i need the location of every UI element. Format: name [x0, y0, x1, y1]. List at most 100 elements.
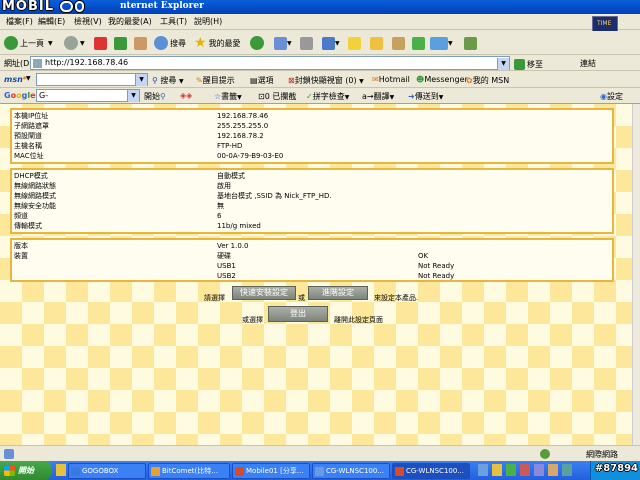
- tray-app-icon[interactable]: [562, 464, 572, 476]
- start-button[interactable]: 開始: [0, 461, 52, 480]
- menu-tools[interactable]: 工具(T): [160, 16, 187, 27]
- google-search-input[interactable]: G- ▼: [36, 89, 140, 102]
- options-label: 選項: [257, 76, 274, 85]
- chevron-down-icon: ▼: [48, 39, 53, 47]
- menu-edit[interactable]: 編輯(E): [38, 16, 65, 27]
- taskbar-item[interactable]: CG-WLNSC100...: [312, 463, 390, 479]
- task-label: BitComet(比特...: [162, 467, 218, 475]
- bookmarks-button[interactable]: ☆書籤▼: [214, 91, 242, 102]
- device-status: OK: [418, 252, 429, 260]
- hotmail-label: Hotmail: [378, 75, 410, 84]
- msn-people-button[interactable]: [464, 34, 477, 52]
- address-dropdown-icon[interactable]: ▼: [497, 58, 509, 70]
- msn-search-button[interactable]: ⚲ 搜尋 ▼: [152, 75, 184, 86]
- chevron-down-icon: ▼: [438, 94, 444, 101]
- go-button[interactable]: 移至: [514, 55, 543, 73]
- messenger-label: Messenger: [424, 75, 468, 84]
- taskbar-item[interactable]: CG-WLNSC100...: [392, 463, 470, 479]
- send-to-button[interactable]: ➜傳送到▼: [408, 91, 443, 102]
- home-button[interactable]: [134, 34, 147, 52]
- address-url: http://192.168.78.46: [45, 58, 129, 67]
- info-row: 頻道 6: [12, 211, 612, 221]
- popup-blocker-label: 封鎖快顯視窗 (0): [294, 76, 357, 85]
- device-name: USB2: [217, 272, 236, 280]
- logout-button[interactable]: 登出: [268, 306, 328, 322]
- tray-app-icon[interactable]: [520, 464, 530, 476]
- chevron-down-icon[interactable]: ▼: [135, 74, 147, 86]
- mail-button[interactable]: ▼: [274, 34, 292, 52]
- history-button[interactable]: [250, 34, 266, 52]
- start-label: 開始: [144, 92, 160, 101]
- taskbar-item[interactable]: GOGOBOX: [68, 463, 146, 479]
- standard-toolbar: 上一頁 ▼ ▼ 搜尋 ★ 我的最愛 ▼ ▼ ▼: [0, 31, 640, 55]
- taskbar-item[interactable]: Mobile01 [分享...: [232, 463, 310, 479]
- mymsn-button[interactable]: ✿我的 MSN: [466, 75, 509, 86]
- msn-search-input[interactable]: ▼: [36, 73, 148, 86]
- translate-button[interactable]: a→翻譯▼: [362, 91, 394, 102]
- refresh-button[interactable]: [114, 34, 127, 52]
- menu-help[interactable]: 說明(H): [194, 16, 222, 27]
- spellcheck-button[interactable]: ✓拼字檢查▼: [306, 91, 349, 102]
- popup-blocker-button[interactable]: ⊠封鎖快顯視窗 (0) ▼: [288, 75, 364, 86]
- advanced-setup-button[interactable]: 進階設定: [308, 286, 368, 300]
- highlight-button[interactable]: ✎醒目提示: [196, 75, 235, 86]
- tray-messenger-icon[interactable]: [506, 464, 516, 476]
- msn-logo: msn*: [4, 75, 27, 84]
- address-input[interactable]: http://192.168.78.46 ▼: [30, 56, 510, 70]
- edit-button[interactable]: ▼: [322, 34, 340, 52]
- msn-search-label: 搜尋: [160, 76, 177, 85]
- tray-app-icon[interactable]: [534, 464, 544, 476]
- taskbar-item[interactable]: BitComet(比特...: [148, 463, 230, 479]
- info-row: 主機名稱 FTP-HD: [12, 141, 612, 151]
- popup-blocked-counter[interactable]: ⊡0 已攔截: [258, 91, 296, 102]
- research-button[interactable]: ▼: [430, 34, 453, 52]
- mail-icon: [274, 36, 287, 50]
- device-name: USB1: [217, 262, 236, 270]
- windows-flag-icon: [4, 465, 15, 476]
- device-row: USB2 Not Ready: [12, 271, 612, 281]
- tray-volume-icon[interactable]: [492, 464, 502, 476]
- google-start-button[interactable]: 開始⚲: [144, 91, 166, 102]
- version-value: Ver 1.0.0: [217, 242, 249, 250]
- info-value: 255.255.255.0: [217, 122, 269, 130]
- note-button[interactable]: [348, 34, 361, 52]
- highlight-label: 醒目提示: [202, 76, 235, 85]
- choose-suffix-text: 來設定本產品.: [374, 294, 419, 302]
- options-button[interactable]: ▤選項: [250, 75, 274, 86]
- menu-file[interactable]: 檔案(F): [6, 16, 33, 27]
- settings-button[interactable]: ◉設定: [600, 91, 623, 102]
- favorites-button[interactable]: ★ 我的最愛: [194, 34, 241, 52]
- task-label: CG-WLNSC100...: [326, 467, 384, 475]
- folder-button[interactable]: [370, 34, 383, 52]
- chevron-down-icon[interactable]: ▼: [127, 90, 139, 102]
- ie-icon: [235, 467, 244, 476]
- vertical-scrollbar[interactable]: [632, 104, 640, 445]
- extension-button[interactable]: [392, 34, 405, 52]
- quick-setup-button[interactable]: 快速安裝設定: [232, 286, 296, 300]
- extras-button[interactable]: ◈◈: [180, 91, 192, 100]
- spellcheck-label: 拼字檢查: [312, 92, 345, 101]
- hotmail-button[interactable]: ✉Hotmail: [372, 75, 410, 84]
- links-label[interactable]: 連結: [580, 58, 596, 69]
- info-row: 無線安全功能 無: [12, 201, 612, 211]
- messenger-button[interactable]: [412, 34, 425, 52]
- forward-button[interactable]: ▼: [64, 34, 85, 52]
- messenger-link[interactable]: ☻Messenger: [416, 75, 468, 84]
- chevron-down-icon[interactable]: ▼: [26, 75, 31, 82]
- info-key: 預設閘道: [14, 132, 42, 140]
- task-label: GOGOBOX: [82, 467, 119, 475]
- tray-network-icon[interactable]: [478, 464, 488, 476]
- menu-favorites[interactable]: 我的最愛(A): [108, 16, 152, 27]
- print-button[interactable]: [300, 34, 313, 52]
- tray-app-icon[interactable]: [548, 464, 558, 476]
- forum-post-id: #87894: [594, 463, 638, 474]
- search-button[interactable]: 搜尋: [154, 34, 186, 52]
- back-button[interactable]: 上一頁 ▼: [4, 34, 53, 52]
- menu-bar: 檔案(F) 編輯(E) 檢視(V) 我的最愛(A) 工具(T) 說明(H): [0, 14, 640, 30]
- stop-button[interactable]: [94, 34, 107, 52]
- quicklaunch-folder-icon[interactable]: [56, 464, 66, 476]
- chevron-down-icon: ▼: [335, 39, 340, 47]
- menu-view[interactable]: 檢視(V): [74, 16, 102, 27]
- gogobox-icon: [71, 467, 80, 476]
- info-row: 預設閘道 192.168.78.2: [12, 131, 612, 141]
